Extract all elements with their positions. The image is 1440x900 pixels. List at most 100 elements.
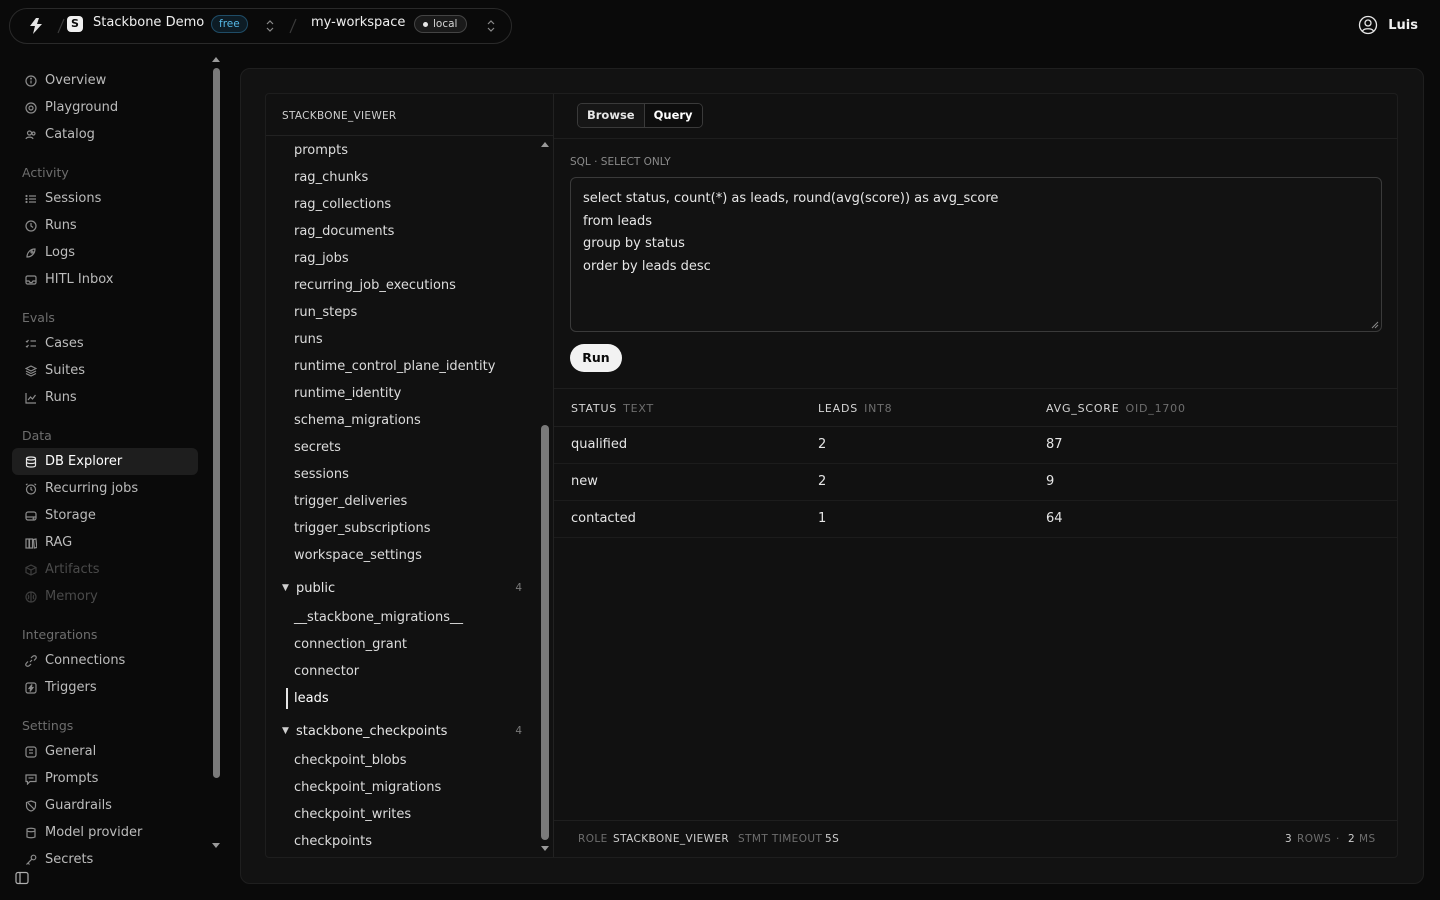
stackbone-logo-icon[interactable] [27, 17, 45, 35]
sidebar-item-storage[interactable]: Storage [12, 502, 198, 529]
caret-down-icon[interactable]: ▼ [282, 573, 289, 604]
sidebar-item-model-provider[interactable]: Model provider [12, 819, 198, 846]
table-item[interactable]: leads [266, 685, 538, 712]
table-item[interactable]: prompts [266, 137, 538, 164]
workspace-name[interactable]: my-workspace [311, 15, 405, 30]
sidebar-item-label: Memory [45, 589, 98, 604]
sql-editor[interactable]: select status, count(*) as leads, round(… [570, 177, 1382, 332]
key-icon [25, 854, 37, 866]
sidebar-item-catalog[interactable]: Catalog [12, 121, 198, 148]
sidebar-item-label: HITL Inbox [45, 272, 114, 287]
table-row[interactable]: contacted 1 64 [554, 501, 1397, 538]
env-badge-label: local [433, 18, 458, 30]
table-item[interactable]: trigger_subscriptions [266, 515, 538, 542]
table-item[interactable]: sessions [266, 461, 538, 488]
sidebar-item-label: Playground [45, 100, 119, 115]
table-item[interactable]: rag_jobs [266, 245, 538, 272]
sidebar-item-logs[interactable]: Logs [12, 239, 198, 266]
sidebar-item-label: General [45, 744, 97, 759]
sidebar-item-suites[interactable]: Suites [12, 357, 198, 384]
sidebar-section-title: Settings [22, 718, 74, 733]
caret-down-icon[interactable]: ▼ [282, 716, 289, 747]
separator-dot: · [1336, 833, 1340, 845]
column-name: STATUS [571, 402, 618, 415]
sidebar-item-recurring-jobs[interactable]: Recurring jobs [12, 475, 198, 502]
sidebar-item-general[interactable]: General [12, 738, 198, 765]
users-icon [25, 129, 37, 141]
column-header-status[interactable]: STATUS TEXT [571, 402, 654, 415]
resize-grip-icon[interactable] [1371, 321, 1379, 329]
schema-item[interactable]: ▼ public 4 [266, 573, 538, 604]
results-header: STATUS TEXT LEADS INT8 AVG_SCORE OID_1700 [554, 389, 1397, 427]
sidebar-group-activity: Activity Sessions Runs Logs HITL Inbox [12, 158, 198, 293]
box-icon [25, 563, 37, 576]
sidebar-item-runs[interactable]: Runs [12, 212, 198, 239]
table-item[interactable]: checkpoint_migrations [266, 774, 538, 801]
role-value: STACKBONE_VIEWER [613, 833, 730, 845]
sidebar-item-label: Runs [45, 218, 77, 233]
table-item[interactable]: checkpoint_writes [266, 801, 538, 828]
table-item[interactable]: __stackbone_migrations__ [266, 604, 538, 631]
table-item[interactable]: schema_migrations [266, 407, 538, 434]
sidebar-toggle-icon[interactable] [15, 871, 29, 885]
table-item[interactable]: secrets [266, 434, 538, 461]
table-item[interactable]: workspace_settings [266, 542, 538, 569]
sidebar-item-secrets[interactable]: Secrets [12, 846, 198, 873]
table-item[interactable]: rag_documents [266, 218, 538, 245]
sidebar-item-db-explorer[interactable]: DB Explorer [12, 448, 198, 475]
run-button[interactable]: Run [570, 344, 622, 372]
sidebar-item-guardrails[interactable]: Guardrails [12, 792, 198, 819]
scroll-up-arrow-icon[interactable] [212, 57, 220, 62]
tab-query[interactable]: Query [643, 104, 702, 127]
table-item[interactable]: rag_chunks [266, 164, 538, 191]
sql-line: from leads [583, 213, 652, 229]
table-item[interactable]: run_steps [266, 299, 538, 326]
table-row[interactable]: qualified 2 87 [554, 427, 1397, 464]
sidebar-item-rag[interactable]: RAG [12, 529, 198, 556]
table-item[interactable]: runtime_control_plane_identity [266, 353, 538, 380]
env-status-dot [423, 22, 428, 27]
table-item[interactable]: rag_collections [266, 191, 538, 218]
sidebar-item-sessions[interactable]: Sessions [12, 185, 198, 212]
org-switcher-chevron-icon[interactable] [265, 19, 275, 33]
chat-icon [25, 773, 37, 785]
sidebar-item-label: Storage [45, 508, 96, 523]
table-item[interactable]: runtime_identity [266, 380, 538, 407]
tree-scroll-thumb[interactable] [541, 425, 549, 840]
sidebar-item-connections[interactable]: Connections [12, 647, 198, 674]
table-item[interactable]: connector [266, 658, 538, 685]
sidebar-top-group: Overview Playground Catalog [12, 67, 198, 148]
column-header-avg-score[interactable]: AVG_SCORE OID_1700 [1046, 402, 1186, 415]
org-name[interactable]: Stackbone Demo [93, 15, 204, 30]
schema-item[interactable]: ▼ stackbone_checkpoints 4 [266, 716, 538, 747]
sidebar-item-hitl-inbox[interactable]: HITL Inbox [12, 266, 198, 293]
workspace-switcher-chevron-icon[interactable] [486, 19, 496, 33]
tab-browse[interactable]: Browse [578, 104, 644, 127]
table-item[interactable]: checkpoints [266, 828, 538, 855]
sidebar-item-label: Prompts [45, 771, 99, 786]
sidebar-item-cases[interactable]: Cases [12, 330, 198, 357]
sidebar-section-title: Data [22, 428, 52, 443]
sidebar-item-playground[interactable]: Playground [12, 94, 198, 121]
cell-status: qualified [571, 437, 628, 452]
user-menu[interactable]: Luis [1358, 15, 1418, 35]
table-item[interactable]: connection_grant [266, 631, 538, 658]
table-item[interactable]: recurring_job_executions [266, 272, 538, 299]
sidebar-item-triggers[interactable]: Triggers [12, 674, 198, 701]
sidebar-item-overview[interactable]: Overview [12, 67, 198, 94]
sidebar-item-prompts[interactable]: Prompts [12, 765, 198, 792]
tree-scroll-up-icon[interactable] [541, 142, 549, 147]
tree-scroll-down-icon[interactable] [541, 846, 549, 851]
table-row[interactable]: new 2 9 [554, 464, 1397, 501]
column-type: INT8 [864, 402, 893, 415]
column-header-leads[interactable]: LEADS INT8 [818, 402, 892, 415]
table-item[interactable]: checkpoint_blobs [266, 747, 538, 774]
sql-label: SQL · SELECT ONLY [570, 156, 671, 168]
sidebar-scroll-thumb[interactable] [213, 68, 220, 778]
sidebar-item-runs[interactable]: Runs [12, 384, 198, 411]
table-item[interactable]: runs [266, 326, 538, 353]
sql-line: order by leads desc [583, 258, 711, 274]
table-item[interactable]: trigger_deliveries [266, 488, 538, 515]
cell-leads: 2 [818, 437, 827, 452]
scroll-down-arrow-icon[interactable] [212, 843, 220, 848]
